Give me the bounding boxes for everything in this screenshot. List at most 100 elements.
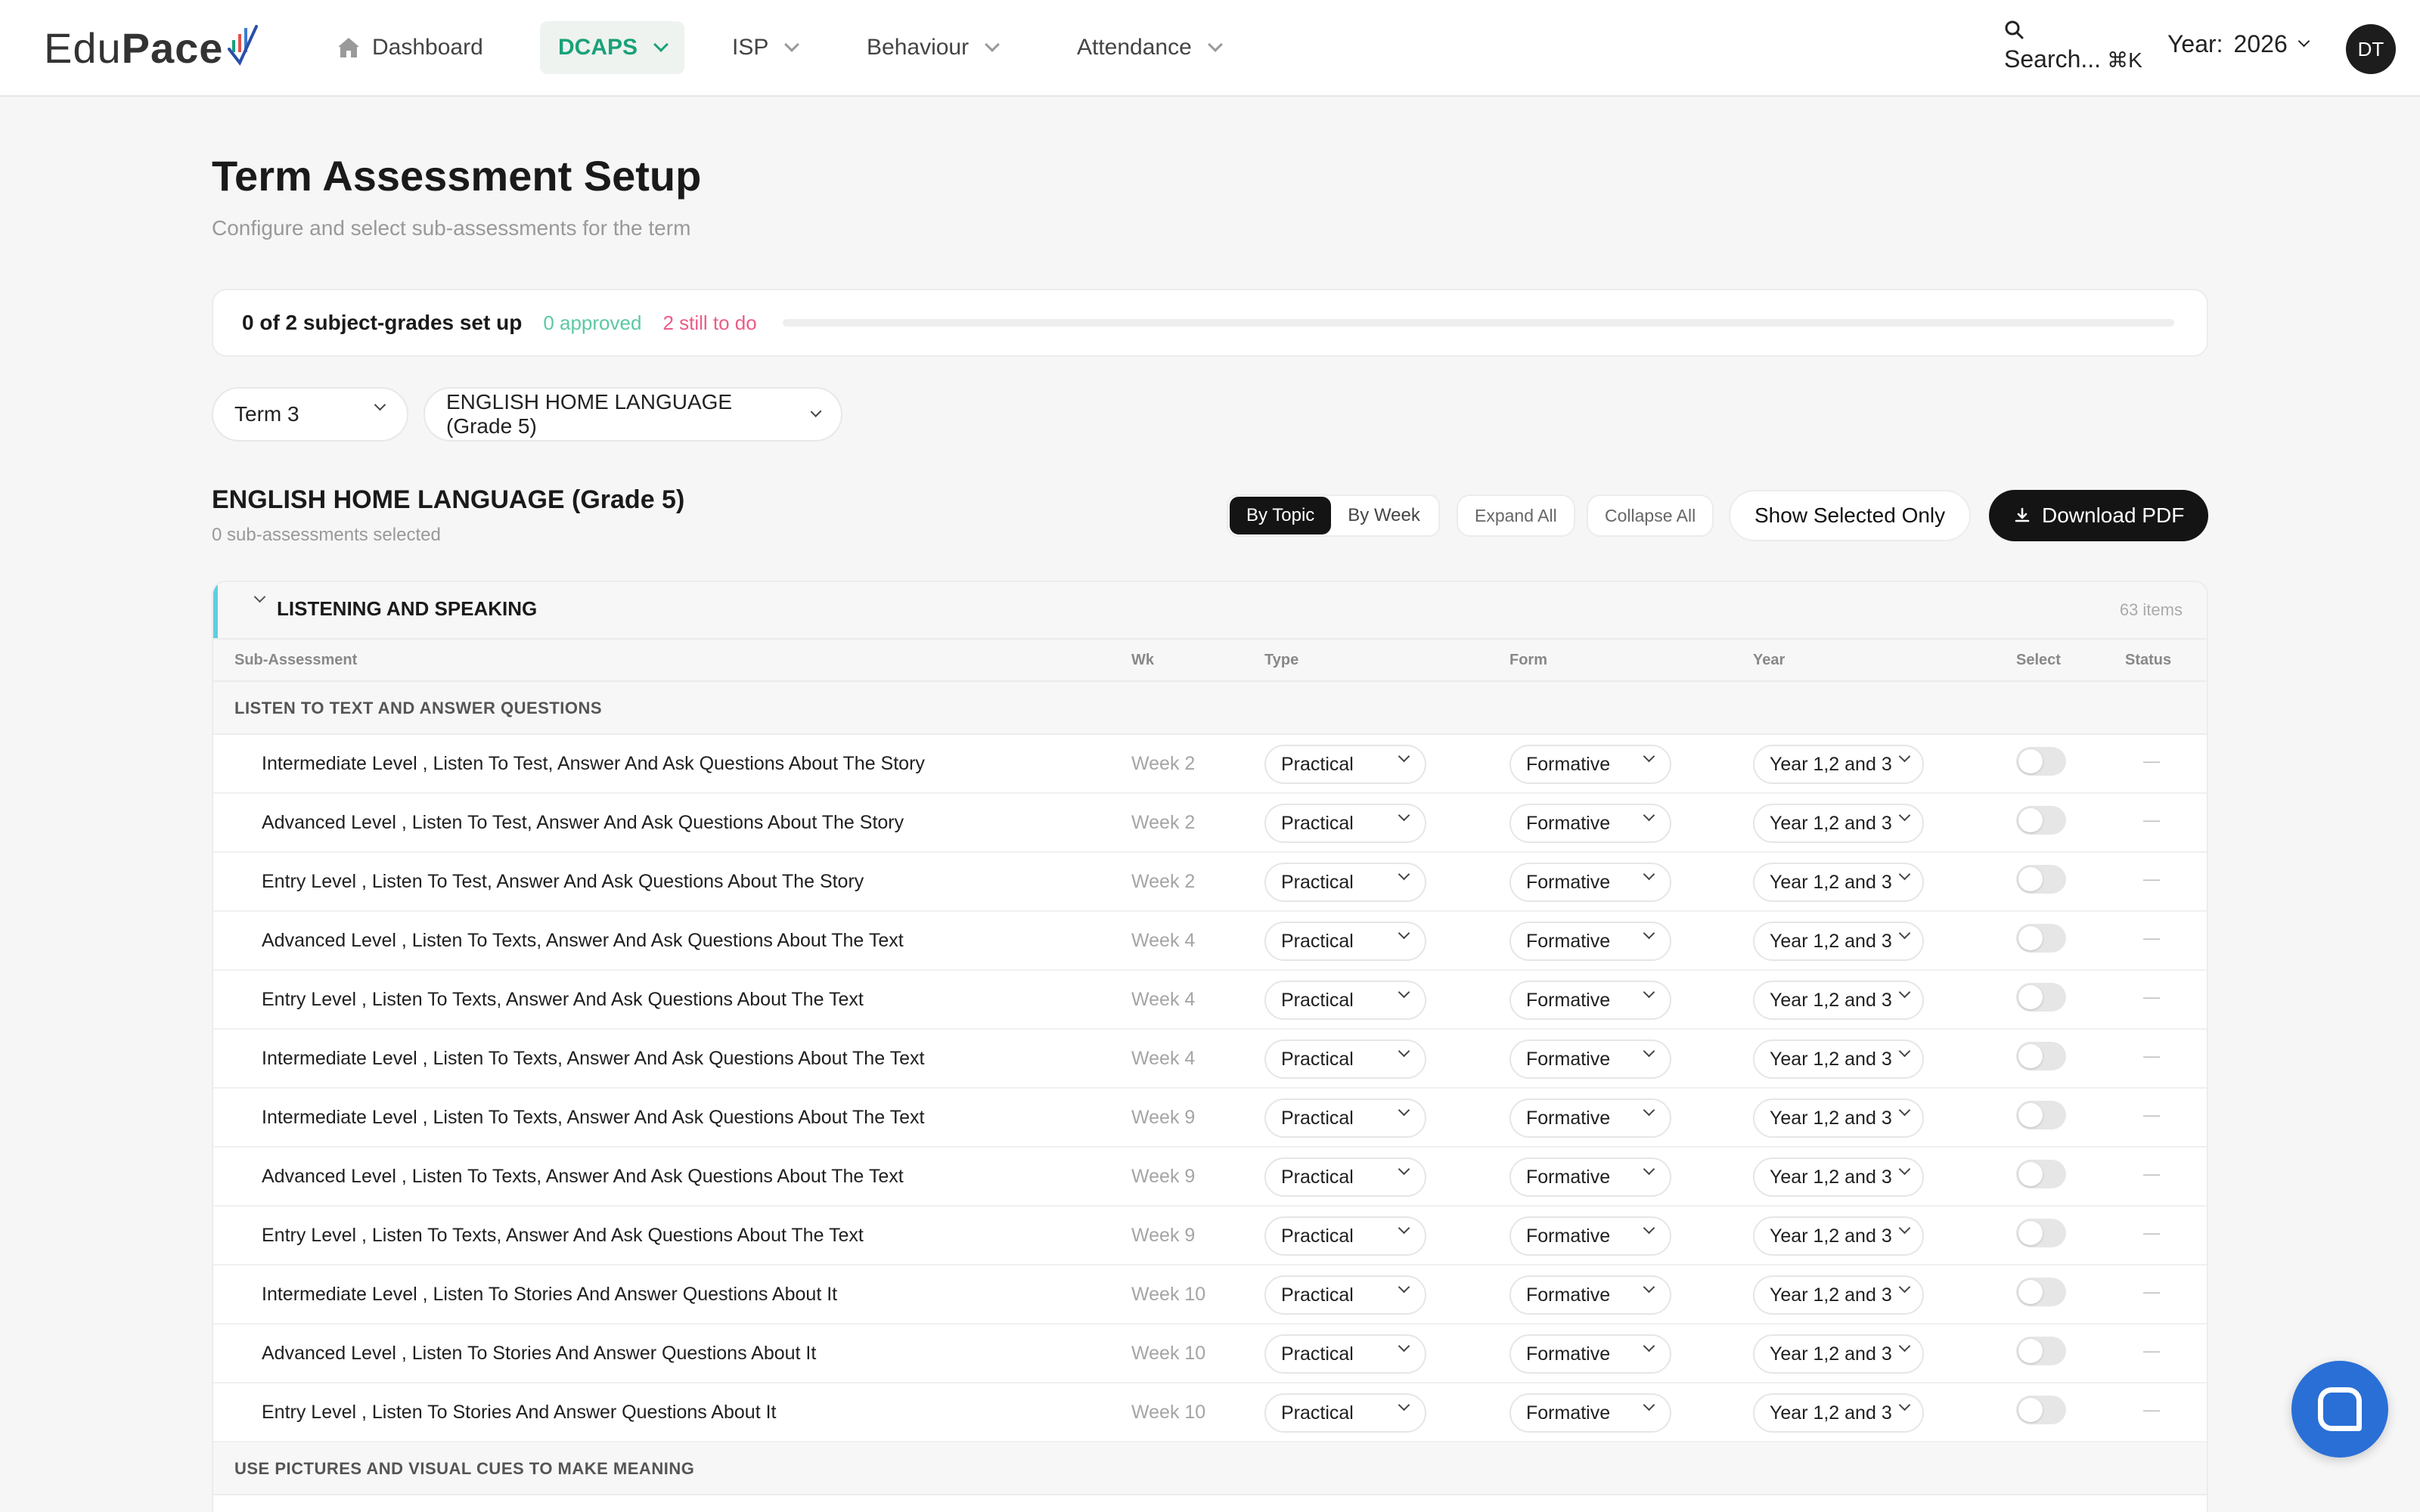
nav-dcaps[interactable]: DCAPS <box>540 21 685 74</box>
select-toggle[interactable] <box>2016 983 2066 1012</box>
subject-dropdown[interactable]: ENGLISH HOME LANGUAGE (Grade 5) <box>424 387 842 442</box>
type-select[interactable]: Practical <box>1264 1216 1426 1256</box>
select-toggle[interactable] <box>2016 1396 2066 1424</box>
form-select[interactable]: Formative <box>1509 1393 1671 1433</box>
nav-attendance[interactable]: Attendance <box>1059 21 1239 74</box>
form-select[interactable]: Formative <box>1509 1216 1671 1256</box>
form-select[interactable]: Formative <box>1509 1098 1671 1138</box>
select-toggle[interactable] <box>2016 1278 2066 1306</box>
chevron-down-icon <box>1898 1281 1911 1294</box>
form-value: Formative <box>1526 1343 1611 1365</box>
form-select[interactable]: Formative <box>1509 922 1671 961</box>
form-select[interactable]: Formative <box>1509 1040 1671 1079</box>
type-select[interactable]: Practical <box>1264 1393 1426 1433</box>
year-select[interactable]: Year 1,2 and 3 <box>1753 1334 1924 1374</box>
type-select[interactable]: Practical <box>1264 804 1426 843</box>
download-pdf-button[interactable]: Download PDF <box>1989 490 2209 541</box>
form-select[interactable]: Formative <box>1509 1334 1671 1374</box>
year-select[interactable]: Year 1,2 and 3 <box>1753 1157 1924 1197</box>
user-avatar[interactable]: DT <box>2346 24 2396 74</box>
select-toggle[interactable] <box>2016 1337 2066 1365</box>
year-select[interactable]: Year 1,2 and 3 <box>1753 1098 1924 1138</box>
year-select[interactable]: Year 1,2 and 3 <box>1753 863 1924 902</box>
select-toggle[interactable] <box>2016 924 2066 953</box>
nav-behaviour-label: Behaviour <box>867 35 970 60</box>
week-value: Week 10 <box>1131 1343 1206 1364</box>
week-value: Week 2 <box>1131 753 1196 774</box>
form-select[interactable]: Formative <box>1509 863 1671 902</box>
type-select[interactable]: Practical <box>1264 863 1426 902</box>
toggle-knob <box>2018 1162 2043 1186</box>
year-select[interactable]: Year 1,2 and 3 <box>1753 745 1924 784</box>
type-value: Practical <box>1281 930 1354 952</box>
chevron-down-icon <box>1898 1104 1911 1117</box>
form-select[interactable]: Formative <box>1509 1157 1671 1197</box>
chevron-down-icon <box>985 37 1000 52</box>
search-button[interactable]: Search... ⌘K <box>1996 17 2148 77</box>
toggle-knob <box>2018 1044 2043 1068</box>
section-header[interactable]: LISTENING AND SPEAKING 63 items <box>213 582 2207 640</box>
week-value: Week 4 <box>1131 1048 1196 1069</box>
table-row: Entry Level , Listen To Texts, Answer An… <box>213 971 2207 1030</box>
select-toggle[interactable] <box>2016 1160 2066 1188</box>
show-selected-only-button[interactable]: Show Selected Only <box>1729 490 1972 541</box>
expand-all-button[interactable]: Expand All <box>1457 494 1575 537</box>
year-select[interactable]: Year 1,2 and 3 <box>1753 1275 1924 1315</box>
form-value: Formative <box>1526 930 1611 952</box>
chat-button[interactable] <box>2291 1361 2388 1458</box>
type-select[interactable]: Practical <box>1264 1040 1426 1079</box>
nav-isp[interactable]: ISP <box>714 21 815 74</box>
year-select[interactable]: Year 1,2 and 3 <box>1753 1216 1924 1256</box>
chevron-down-icon <box>1643 1104 1655 1117</box>
term-dropdown[interactable]: Term 3 <box>212 387 408 442</box>
form-select[interactable]: Formative <box>1509 1275 1671 1315</box>
by-topic-button[interactable]: By Topic <box>1230 497 1332 534</box>
by-week-button[interactable]: By Week <box>1331 497 1437 534</box>
type-select[interactable]: Practical <box>1264 1098 1426 1138</box>
year-select[interactable]: Year 1,2 and 3 <box>1753 922 1924 961</box>
collapse-all-button[interactable]: Collapse All <box>1587 494 1714 537</box>
week-value: Week 2 <box>1131 871 1196 892</box>
type-select[interactable]: Practical <box>1264 1157 1426 1197</box>
year-value: Year 1,2 and 3 <box>1770 1048 1892 1070</box>
type-select[interactable]: Practical <box>1264 1275 1426 1315</box>
chevron-down-icon <box>810 405 822 417</box>
year-value: Year 1,2 and 3 <box>1770 1107 1892 1129</box>
status-value: — <box>2143 869 2160 888</box>
select-toggle[interactable] <box>2016 806 2066 835</box>
select-toggle[interactable] <box>2016 747 2066 776</box>
year-select[interactable]: Year 1,2 and 3 <box>1753 804 1924 843</box>
chevron-down-icon <box>1643 1281 1655 1294</box>
form-select[interactable]: Formative <box>1509 745 1671 784</box>
toggle-knob <box>2018 1221 2043 1245</box>
nav-behaviour[interactable]: Behaviour <box>849 21 1016 74</box>
select-toggle[interactable] <box>2016 1101 2066 1129</box>
year-value: Year 1,2 and 3 <box>1770 812 1892 834</box>
select-toggle[interactable] <box>2016 1042 2066 1070</box>
toggle-knob <box>2018 808 2043 832</box>
year-select[interactable]: Year 1,2 and 3 <box>1753 1040 1924 1079</box>
chevron-down-icon <box>1643 1222 1655 1235</box>
week-value: Week 10 <box>1131 1402 1206 1423</box>
form-select[interactable]: Formative <box>1509 804 1671 843</box>
type-select[interactable]: Practical <box>1264 981 1426 1020</box>
form-select[interactable]: Formative <box>1509 981 1671 1020</box>
brand-logo[interactable]: EduPace <box>44 21 261 74</box>
col-select: Select <box>2016 652 2061 668</box>
type-value: Practical <box>1281 871 1354 893</box>
year-select[interactable]: Year 1,2 and 3 <box>1753 1393 1924 1433</box>
week-value: Week 9 <box>1131 1166 1196 1187</box>
table-row: Advanced Level , Listen To Test, Answer … <box>213 794 2207 853</box>
select-toggle[interactable] <box>2016 865 2066 894</box>
type-select[interactable]: Practical <box>1264 1334 1426 1374</box>
type-select[interactable]: Practical <box>1264 745 1426 784</box>
nav-dashboard[interactable]: Dashboard <box>318 21 501 74</box>
type-select[interactable]: Practical <box>1264 922 1426 961</box>
year-select[interactable]: Year 1,2 and 3 <box>1753 981 1924 1020</box>
sub-assessment-name: Advanced Level , Listen To Stories And A… <box>262 1343 817 1364</box>
select-toggle[interactable] <box>2016 1219 2066 1247</box>
year-selector[interactable]: Year: 2026 <box>2167 30 2310 58</box>
chevron-down-icon <box>1643 750 1655 763</box>
chevron-down-icon <box>1643 1399 1655 1411</box>
nav-dashboard-label: Dashboard <box>372 35 483 60</box>
